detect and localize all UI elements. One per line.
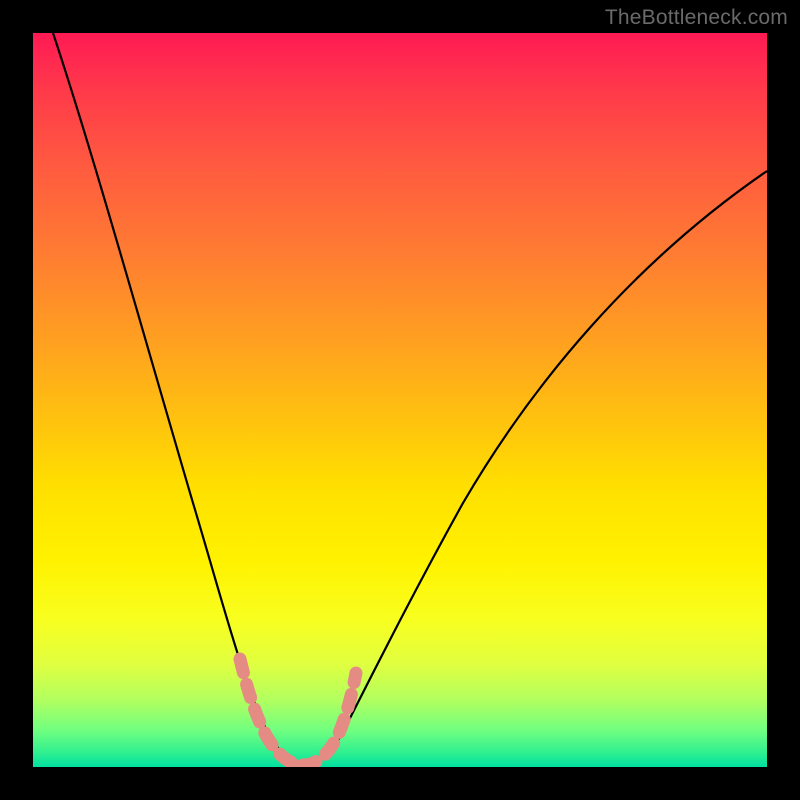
watermark-text: TheBottleneck.com xyxy=(605,6,788,30)
bottleneck-curve xyxy=(53,33,767,766)
chart-frame: TheBottleneck.com xyxy=(0,0,800,800)
plot-area xyxy=(33,33,767,767)
bottleneck-curve-svg xyxy=(33,33,767,767)
trough-highlight xyxy=(240,659,356,765)
